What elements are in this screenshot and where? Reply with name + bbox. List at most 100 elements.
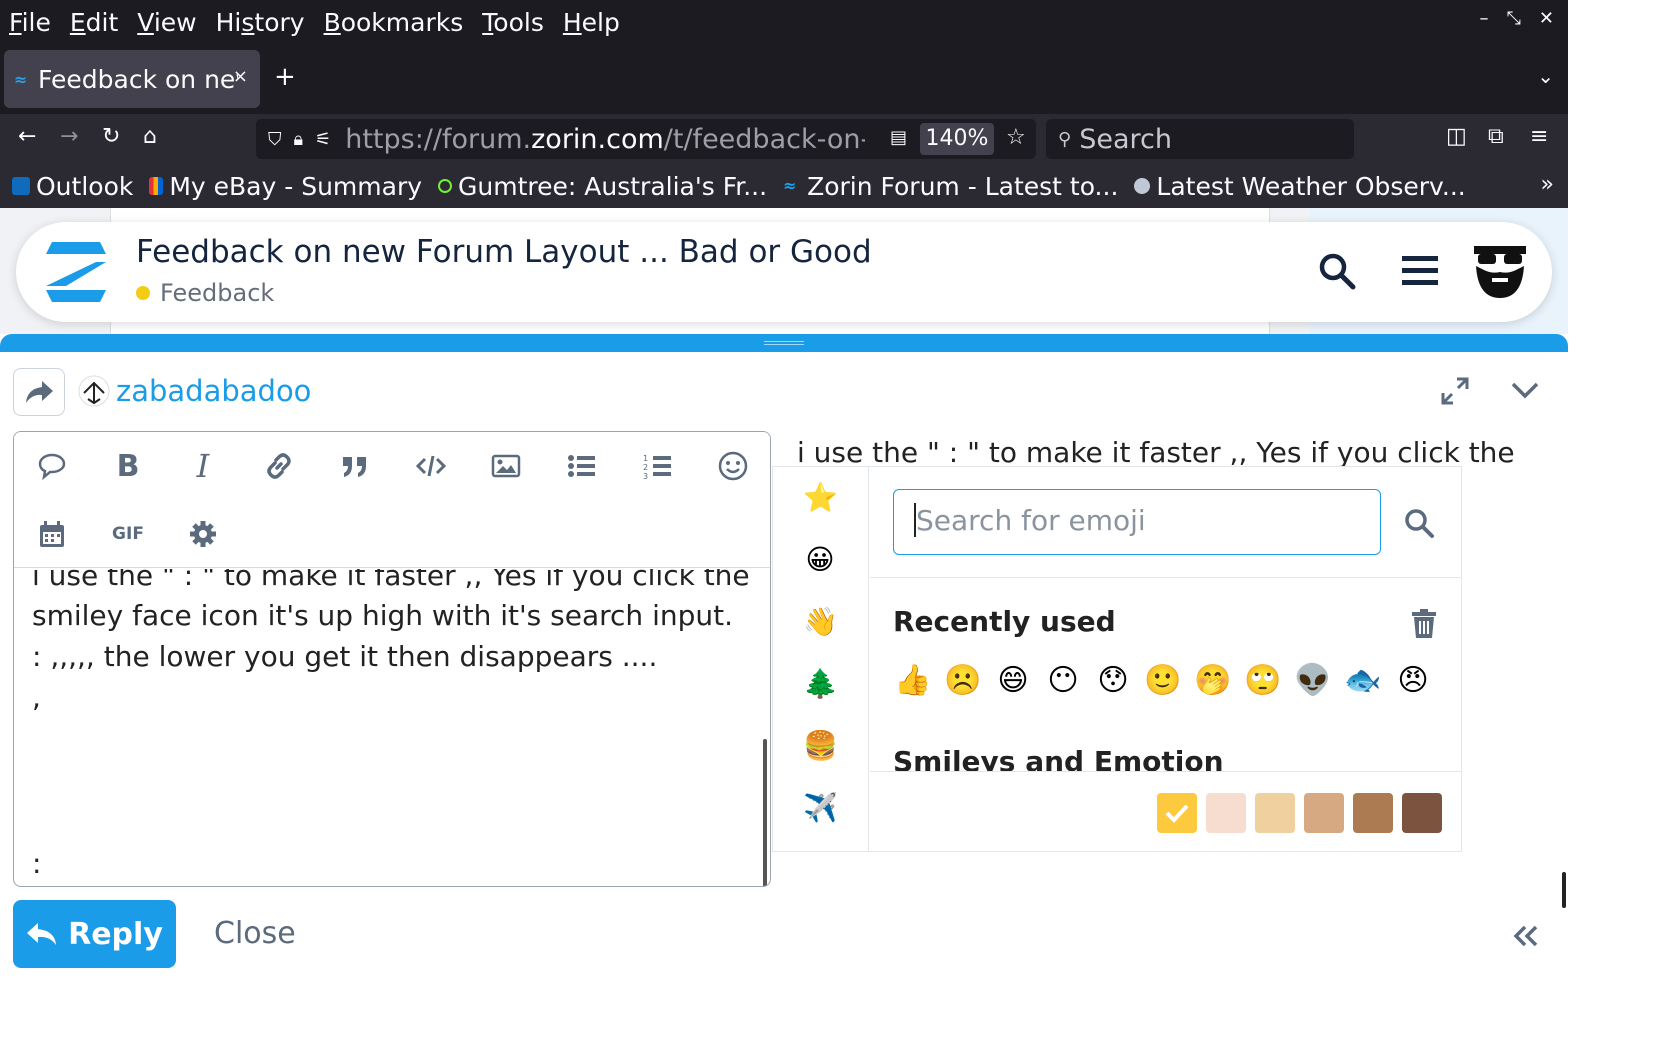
new-tab-icon[interactable]: + — [274, 62, 296, 92]
zoom-level[interactable]: 140% — [920, 123, 994, 155]
url-text[interactable]: https://forum.zorin.com/t/feedback-on-ne… — [345, 124, 865, 155]
reply-action-button[interactable] — [13, 368, 65, 416]
topic-title[interactable]: Feedback on new Forum Layout ... Bad or … — [136, 234, 872, 270]
bookmark-weather[interactable]: Latest Weather Observ... — [1134, 172, 1466, 201]
page-scrollbar[interactable] — [1562, 872, 1566, 908]
emoji-angry[interactable]: 😠 — [1393, 663, 1433, 698]
blockquote-icon[interactable] — [335, 446, 375, 486]
bookmarks-overflow-icon[interactable]: » — [1541, 172, 1554, 197]
menu-tools[interactable]: Tools — [482, 8, 544, 37]
text-caret — [914, 503, 916, 537]
emoji-eye-roll[interactable]: 🙄 — [1243, 663, 1283, 698]
user-avatar[interactable] — [1472, 240, 1528, 300]
reload-icon[interactable]: ↻ — [102, 124, 120, 149]
shield-icon[interactable]: ⛉ — [268, 129, 282, 150]
italic-icon[interactable]: I — [183, 446, 223, 486]
emoji-picker: ⭐ 😀 👋 🌲 🍔 ✈️ Search for emoji Recently u… — [772, 466, 1462, 852]
bookmark-ebay[interactable]: My eBay - Summary — [149, 172, 422, 201]
menu-bookmarks[interactable]: Bookmarks — [324, 8, 464, 37]
list-tabs-chevron-icon[interactable]: ⌄ — [1537, 64, 1554, 88]
reply-button-label: Reply — [68, 916, 163, 952]
emoji-thumbs-up[interactable]: 👍 — [893, 663, 933, 698]
bookmark-zorin-forum[interactable]: ≈ Zorin Forum - Latest to... — [783, 172, 1118, 201]
chevron-down-icon[interactable] — [1510, 380, 1540, 400]
numbered-list-icon[interactable]: 123 — [638, 446, 678, 486]
menu-edit[interactable]: Edit — [70, 8, 118, 37]
topic-category[interactable]: Feedback — [136, 279, 274, 307]
food-burger-icon[interactable]: 🍔 — [803, 729, 838, 762]
emoji-grinning[interactable]: 😄 — [993, 663, 1033, 698]
back-arrow-icon[interactable]: ← — [18, 124, 36, 149]
grip-handle[interactable] — [764, 341, 804, 345]
bookmark-star-icon[interactable]: ☆ — [1006, 125, 1026, 150]
reply-textarea[interactable]: i use the " : " to make it faster ,, Yes… — [14, 569, 770, 886]
travel-plane-icon[interactable]: ✈️ — [803, 791, 838, 824]
bookmark-outlook[interactable]: Outlook — [12, 172, 133, 201]
restore-icon[interactable]: ⤡ — [1507, 8, 1521, 29]
fullscreen-expand-icon[interactable] — [1440, 376, 1470, 406]
emoji-search-input[interactable]: Search for emoji — [893, 489, 1381, 555]
nature-tree-icon[interactable]: 🌲 — [803, 667, 838, 700]
home-icon[interactable]: ⌂ — [143, 124, 157, 149]
menu-help[interactable]: Help — [563, 8, 620, 37]
pocket-icon[interactable]: ◫ — [1446, 124, 1467, 149]
emoji-hushed[interactable]: 😯 — [1093, 663, 1133, 698]
extensions-icon[interactable]: ⧉ — [1488, 124, 1504, 149]
trash-icon[interactable] — [1411, 609, 1437, 639]
reader-view-icon[interactable]: ▤ — [890, 127, 907, 148]
menu-file[interactable]: File — [9, 8, 51, 37]
category-dot — [136, 286, 150, 300]
zorin-logo-icon[interactable] — [42, 240, 110, 304]
permissions-icon[interactable]: ⚟ — [315, 129, 331, 150]
quote-bubble-icon[interactable] — [32, 446, 72, 486]
lock-icon[interactable]: 🔒︎ — [294, 129, 304, 150]
skin-tone-default[interactable] — [1157, 793, 1197, 833]
code-icon[interactable] — [411, 446, 451, 486]
close-window-icon[interactable]: ✕ — [1539, 8, 1554, 29]
emoji-fish[interactable]: 🐟 — [1343, 663, 1383, 698]
gear-icon[interactable] — [183, 514, 223, 554]
double-chevron-left-icon[interactable] — [1512, 924, 1540, 948]
emoji-smiley-icon[interactable] — [713, 446, 753, 486]
tab-close-icon[interactable]: × — [233, 66, 248, 87]
bold-icon[interactable]: B — [108, 446, 148, 486]
smileys-category-icon[interactable]: 😀 — [803, 543, 837, 576]
minimize-icon[interactable]: – — [1480, 8, 1489, 29]
composer-resize-grip[interactable] — [0, 334, 1568, 352]
emoji-hand-over-mouth[interactable]: 🤭 — [1193, 663, 1233, 698]
hamburger-icon[interactable] — [1402, 254, 1438, 286]
search-icon[interactable] — [1318, 252, 1356, 290]
url-bar[interactable]: ⛉ 🔒︎ ⚟ https://forum.zorin.com/t/feedbac… — [256, 119, 1036, 159]
search-icon[interactable] — [1403, 507, 1435, 539]
textarea-scrollbar[interactable] — [763, 739, 767, 886]
hamburger-menu-icon[interactable]: ≡ — [1530, 124, 1548, 149]
emoji-slight-smile[interactable]: 🙂 — [1143, 663, 1183, 698]
skin-tone-medium-dark[interactable] — [1353, 793, 1393, 833]
menu-view[interactable]: View — [137, 8, 196, 37]
forward-arrow-icon[interactable]: → — [60, 124, 78, 149]
gif-button[interactable]: GIF — [108, 514, 148, 554]
image-upload-icon[interactable] — [486, 446, 526, 486]
reply-button[interactable]: Reply — [13, 900, 176, 968]
skin-tone-medium[interactable] — [1304, 793, 1344, 833]
tab-active[interactable]: ≈ Feedback on new Forum Layout ... Bad o… — [4, 50, 260, 108]
bullet-list-icon[interactable] — [562, 446, 602, 486]
favorites-star-icon[interactable]: ⭐ — [803, 481, 838, 514]
link-icon[interactable] — [259, 446, 299, 486]
skin-tone-medium-light[interactable] — [1255, 793, 1295, 833]
search-bar[interactable]: ⚲ Search — [1046, 119, 1354, 159]
editor-box: B I 123 GIF i use the ": " to make it f… — [13, 431, 771, 887]
close-composer-link[interactable]: Close — [214, 916, 296, 951]
gumtree-icon — [438, 179, 453, 193]
people-waving-hand-icon[interactable]: 👋 — [803, 605, 838, 638]
emoji-no-mouth[interactable]: 😶 — [1043, 663, 1083, 698]
composer-user[interactable]: zabadabadoo — [78, 374, 311, 408]
bookmark-gumtree[interactable]: Gumtree: Australia's Fr... — [438, 172, 767, 201]
nav-bar: ← → ↻ ⌂ ⛉ 🔒︎ ⚟ https://forum.zorin.com/t… — [0, 114, 1568, 164]
skin-tone-dark[interactable] — [1402, 793, 1442, 833]
calendar-icon[interactable] — [32, 514, 72, 554]
skin-tone-light[interactable] — [1206, 793, 1246, 833]
emoji-alien[interactable]: 👽 — [1293, 663, 1333, 698]
menu-history[interactable]: History — [216, 8, 305, 37]
emoji-frowning[interactable]: ☹️ — [943, 663, 983, 698]
